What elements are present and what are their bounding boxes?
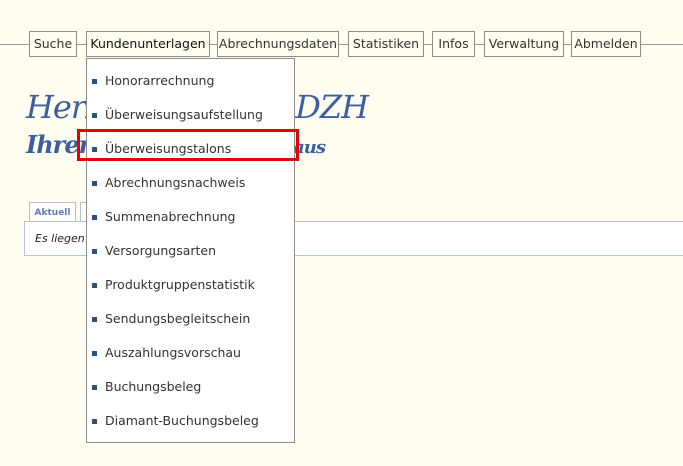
- menu-item-summenabrechnung[interactable]: Summenabrechnung: [87, 200, 294, 234]
- menu-item-produktgruppenstatistik[interactable]: Produktgruppenstatistik: [87, 268, 294, 302]
- bullet-icon: [92, 249, 97, 254]
- nav-item-suche[interactable]: Suche: [29, 31, 77, 57]
- bullet-icon: [92, 385, 97, 390]
- bullet-icon: [92, 181, 97, 186]
- content-message: Es liegen: [35, 232, 85, 245]
- bullet-icon: [92, 351, 97, 356]
- menu-item-abrechnungsnachweis[interactable]: Abrechnungsnachweis: [87, 166, 294, 200]
- bullet-icon: [92, 317, 97, 322]
- bullet-icon: [92, 419, 97, 424]
- nav-item-statistiken[interactable]: Statistiken: [348, 31, 424, 57]
- menu-item-buchungsbeleg[interactable]: Buchungsbeleg: [87, 370, 294, 404]
- menu-item-auszahlungsvorschau[interactable]: Auszahlungsvorschau: [87, 336, 294, 370]
- tab-aktuell[interactable]: Aktuell: [29, 202, 76, 222]
- menu-item-versorgungsarten[interactable]: Versorgungsarten: [87, 234, 294, 268]
- menu-item-sendungsbegleitschein[interactable]: Sendungsbegleitschein: [87, 302, 294, 336]
- nav-item-infos[interactable]: Infos: [432, 31, 475, 57]
- bullet-icon: [92, 79, 97, 84]
- menu-item-honorarrechnung[interactable]: Honorarrechnung: [87, 64, 294, 98]
- kundenunterlagen-dropdown-menu: Honorarrechnung Überweisungsaufstellung …: [86, 58, 295, 443]
- bullet-icon: [92, 113, 97, 118]
- menu-item-ueberweisungsaufstellung[interactable]: Überweisungsaufstellung: [87, 98, 294, 132]
- bullet-icon: [92, 283, 97, 288]
- menu-item-ueberweisungstalons[interactable]: Überweisungstalons: [87, 132, 294, 166]
- nav-item-kundenunterlagen[interactable]: Kundenunterlagen: [86, 31, 210, 57]
- nav-item-verwaltung[interactable]: Verwaltung: [484, 31, 564, 57]
- menu-item-diamant-buchungsbeleg[interactable]: Diamant-Buchungsbeleg: [87, 404, 294, 438]
- nav-item-abmelden[interactable]: Abmelden: [571, 31, 641, 57]
- nav-item-abrechnungsdaten[interactable]: Abrechnungsdaten: [217, 31, 339, 57]
- bullet-icon: [92, 215, 97, 220]
- bullet-icon: [92, 147, 97, 152]
